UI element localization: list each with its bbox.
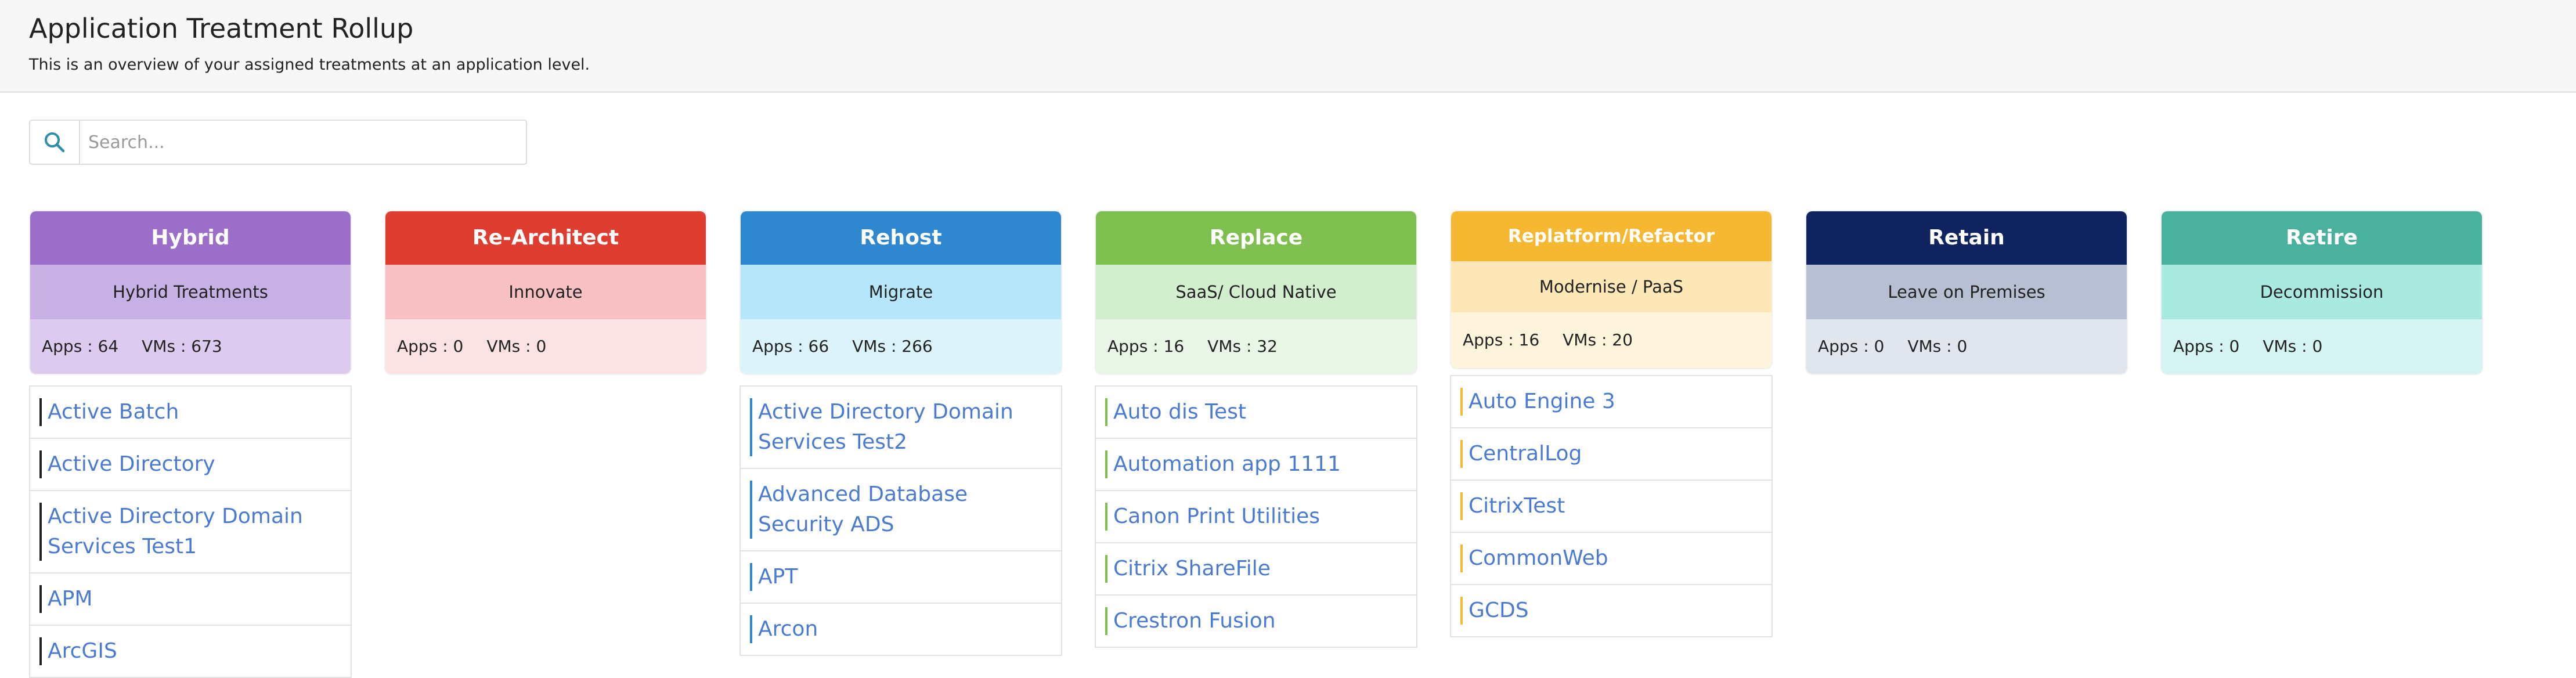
treatment-stats: Apps : 64 VMs : 673 [30,319,351,374]
application-link[interactable]: APT [758,565,798,589]
page-header: Application Treatment Rollup This is an … [0,0,2576,93]
vms-count: VMs : 0 [486,337,547,356]
apps-count: Apps : 16 [1107,337,1185,356]
treatment-name: Retain [1806,211,2127,265]
list-item[interactable]: Auto dis Test [1096,387,1416,439]
search-icon[interactable] [30,121,80,164]
treatment-name: Replatform/Refactor [1451,211,1772,261]
list-item[interactable]: CommonWeb [1451,533,1772,585]
treatment-card[interactable]: Replace SaaS/ Cloud Native Apps : 16 VMs … [1095,210,1417,375]
list-item[interactable]: Active Directory [30,439,351,491]
treatment-column-re-architect: Re-Architect Innovate Apps : 0 VMs : 0 [384,210,707,375]
vms-count: VMs : 673 [142,337,222,356]
treatment-stats: Apps : 16 VMs : 20 [1451,312,1772,368]
list-item[interactable]: GCDS [1451,585,1772,637]
apps-count: Apps : 64 [42,337,119,356]
list-item[interactable]: Crestron Fusion [1096,596,1416,648]
application-link[interactable]: Crestron Fusion [1113,609,1276,633]
treatment-column-replatform-refactor: Replatform/Refactor Modernise / PaaS App… [1450,210,1773,637]
application-list: Active Batch Active Directory Active Dir… [29,385,352,678]
treatment-subtitle: Hybrid Treatments [30,265,351,319]
application-link[interactable]: CitrixTest [1469,494,1565,518]
list-item[interactable]: APM [30,574,351,626]
treatment-stats: Apps : 0 VMs : 0 [2162,319,2482,374]
treatment-stats: Apps : 16 VMs : 32 [1096,319,1416,374]
treatment-name: Replace [1096,211,1416,265]
treatment-column-hybrid: Hybrid Hybrid Treatments Apps : 64 VMs : … [29,210,352,678]
application-link[interactable]: Canon Print Utilities [1113,504,1320,528]
list-item[interactable]: Advanced Database Security ADS [741,469,1061,551]
application-list: Auto Engine 3 CentralLog CitrixTest Comm… [1450,375,1773,637]
treatment-subtitle: SaaS/ Cloud Native [1096,265,1416,319]
treatment-stats: Apps : 0 VMs : 0 [1806,319,2127,374]
application-link[interactable]: Active Directory Domain Services Test1 [48,504,303,558]
treatment-subtitle: Modernise / PaaS [1451,261,1772,312]
list-item[interactable]: Active Directory Domain Services Test1 [30,491,351,574]
treatment-stats: Apps : 66 VMs : 266 [741,319,1061,374]
treatment-name: Hybrid [30,211,351,265]
application-link[interactable]: Arcon [758,617,818,641]
application-list: Auto dis Test Automation app 1111 Canon … [1095,385,1417,648]
treatment-subtitle: Leave on Premises [1806,265,2127,319]
treatment-subtitle: Innovate [385,265,706,319]
treatment-stats: Apps : 0 VMs : 0 [385,319,706,374]
application-link[interactable]: ArcGIS [48,639,117,663]
search-box [29,120,527,165]
list-item[interactable]: CitrixTest [1451,481,1772,533]
page-subtitle: This is an overview of your assigned tre… [29,56,590,74]
application-link[interactable]: Citrix ShareFile [1113,557,1271,580]
treatment-column-retire: Retire Decommission Apps : 0 VMs : 0 [2160,210,2483,375]
treatment-card[interactable]: Hybrid Hybrid Treatments Apps : 64 VMs : … [29,210,352,375]
treatment-card[interactable]: Retain Leave on Premises Apps : 0 VMs : 0 [1805,210,2128,375]
vms-count: VMs : 266 [852,337,933,356]
apps-count: Apps : 0 [2173,337,2240,356]
application-link[interactable]: Active Directory Domain Services Test2 [758,400,1013,454]
apps-count: Apps : 16 [1463,330,1540,349]
treatment-card[interactable]: Retire Decommission Apps : 0 VMs : 0 [2160,210,2483,375]
list-item[interactable]: APT [741,551,1061,604]
list-item[interactable]: Active Batch [30,387,351,439]
apps-count: Apps : 66 [752,337,829,356]
page-title: Application Treatment Rollup [29,13,414,44]
application-link[interactable]: CommonWeb [1469,546,1608,570]
application-link[interactable]: GCDS [1469,598,1529,622]
treatment-card[interactable]: Re-Architect Innovate Apps : 0 VMs : 0 [384,210,707,375]
application-link[interactable]: Active Directory [48,452,215,476]
search-input[interactable] [87,127,519,158]
vms-count: VMs : 20 [1563,330,1633,349]
apps-count: Apps : 0 [397,337,464,356]
treatment-column-replace: Replace SaaS/ Cloud Native Apps : 16 VMs … [1095,210,1417,648]
vms-count: VMs : 0 [1907,337,1968,356]
list-item[interactable]: Arcon [741,604,1061,656]
treatment-card[interactable]: Rehost Migrate Apps : 66 VMs : 266 [739,210,1062,375]
treatment-column-rehost: Rehost Migrate Apps : 66 VMs : 266 Active… [739,210,1062,656]
treatment-name: Re-Architect [385,211,706,265]
treatment-card[interactable]: Replatform/Refactor Modernise / PaaS App… [1450,210,1773,369]
list-item[interactable]: Automation app 1111 [1096,439,1416,491]
application-link[interactable]: Advanced Database Security ADS [758,482,968,536]
list-item[interactable]: Active Directory Domain Services Test2 [741,387,1061,469]
list-item[interactable]: Auto Engine 3 [1451,376,1772,428]
treatment-name: Rehost [741,211,1061,265]
application-link[interactable]: CentralLog [1469,442,1582,466]
application-link[interactable]: Auto dis Test [1113,400,1246,424]
application-list: Active Directory Domain Services Test2 A… [739,385,1062,656]
application-link[interactable]: APM [48,587,92,611]
application-link[interactable]: Active Batch [48,400,179,424]
treatment-subtitle: Migrate [741,265,1061,319]
list-item[interactable]: Citrix ShareFile [1096,543,1416,596]
treatment-subtitle: Decommission [2162,265,2482,319]
list-item[interactable]: CentralLog [1451,428,1772,481]
application-link[interactable]: Auto Engine 3 [1469,390,1615,413]
treatment-column-retain: Retain Leave on Premises Apps : 0 VMs : 0 [1805,210,2128,375]
vms-count: VMs : 0 [2263,337,2323,356]
treatment-name: Retire [2162,211,2482,265]
application-link[interactable]: Automation app 1111 [1113,452,1341,476]
apps-count: Apps : 0 [1818,337,1885,356]
list-item[interactable]: Canon Print Utilities [1096,491,1416,543]
vms-count: VMs : 32 [1207,337,1278,356]
list-item[interactable]: ArcGIS [30,626,351,678]
